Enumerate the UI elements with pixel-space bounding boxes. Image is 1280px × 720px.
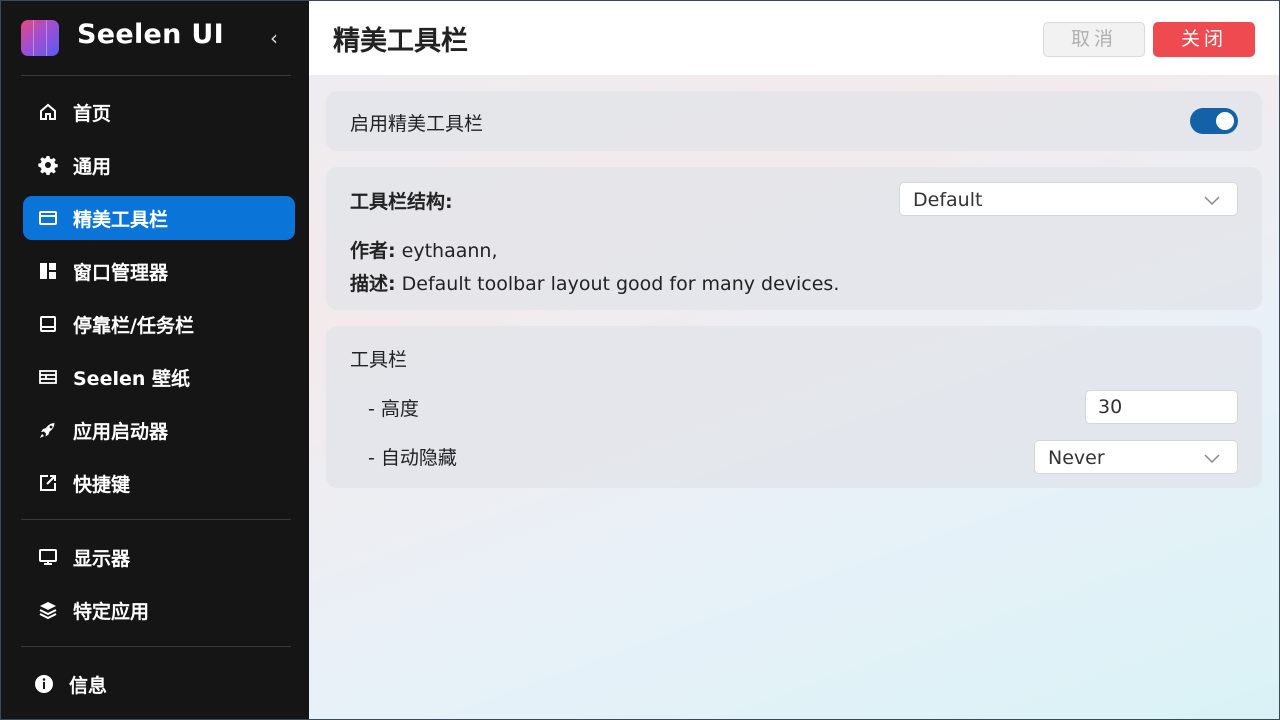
wallpaper-icon [37,366,59,388]
height-label: - 高度 [368,398,419,420]
sidebar-item-monitors[interactable]: 显示器 [23,535,295,579]
sidebar-divider [21,75,291,76]
gear-icon [37,154,59,176]
sidebar-item-info[interactable]: 信息 [23,662,295,706]
sidebar-item-label: 快捷键 [73,473,131,496]
sidebar-item-label: 窗口管理器 [73,261,169,284]
structure-select[interactable]: Default [899,182,1238,216]
sidebar-item-general[interactable]: 通用 [23,143,295,187]
external-link-icon [37,472,59,494]
seelen-logo [21,20,59,56]
author-value: eythaann, [401,240,498,262]
tiles-icon [37,260,59,282]
sidebar-item-label: 首页 [73,102,112,125]
info-icon [33,673,55,695]
enable-toolbar-card: 启用精美工具栏 [326,91,1262,151]
sidebar-item-specific-apps[interactable]: 特定应用 [23,588,295,632]
app-window: Seelen UI ‹ 首页 通用 精美工具栏 窗口管理器 停靠栏/任务栏 Se… [0,0,1280,720]
app-title: Seelen UI [77,19,224,50]
toggle-knob [1216,112,1234,130]
enable-toolbar-label: 启用精美工具栏 [350,113,484,135]
sidebar-item-dock-taskbar[interactable]: 停靠栏/任务栏 [23,302,295,346]
sidebar-item-label: 显示器 [73,547,131,570]
autohide-select-value: Never [1048,447,1105,469]
toolbar-structure-card: 工具栏结构: Default 作者: eythaann, 描述: Default… [326,167,1262,310]
sidebar-item-home[interactable]: 首页 [23,90,295,134]
page-header: 精美工具栏 取消 关闭 [309,1,1279,75]
sidebar-header: Seelen UI ‹ [1,1,309,75]
sidebar-item-label: 精美工具栏 [73,208,169,231]
close-button[interactable]: 关闭 [1153,22,1255,57]
sidebar-item-fancy-toolbar[interactable]: 精美工具栏 [23,196,295,240]
sidebar-item-window-manager[interactable]: 窗口管理器 [23,249,295,293]
author-row: 作者: eythaann, [350,236,498,263]
chevron-down-icon [1203,450,1221,464]
sidebar-item-label: 通用 [73,155,112,178]
rocket-icon [37,419,59,441]
toolbar-section-title: 工具栏 [350,349,408,371]
enable-toolbar-toggle[interactable] [1190,108,1238,134]
layers-icon [37,599,59,621]
toolbar-settings-card: 工具栏 - 高度 - 自动隐藏 Never [326,326,1262,488]
page-title: 精美工具栏 [333,26,468,57]
dock-icon [37,313,59,335]
description-label: 描述: [350,273,396,295]
sidebar: Seelen UI ‹ 首页 通用 精美工具栏 窗口管理器 停靠栏/任务栏 Se… [1,1,309,719]
autohide-label: - 自动隐藏 [368,447,457,469]
structure-label: 工具栏结构: [350,191,453,213]
chevron-down-icon [1203,192,1221,206]
cancel-button[interactable]: 取消 [1043,22,1145,57]
description-value: Default toolbar layout good for many dev… [401,273,840,295]
autohide-select[interactable]: Never [1034,440,1238,474]
structure-select-value: Default [913,189,983,211]
sidebar-item-app-launcher[interactable]: 应用启动器 [23,408,295,452]
description-row: 描述: Default toolbar layout good for many… [350,269,839,296]
sidebar-item-label: 停靠栏/任务栏 [73,314,194,337]
main-content: 精美工具栏 取消 关闭 启用精美工具栏 工具栏结构: Default 作者: e… [309,1,1279,719]
sidebar-item-shortcuts[interactable]: 快捷键 [23,461,295,505]
sidebar-item-label: 信息 [69,674,108,697]
sidebar-divider [21,646,291,647]
sidebar-item-label: Seelen 壁纸 [73,367,190,390]
height-input[interactable] [1085,390,1238,424]
home-icon [37,101,59,123]
monitor-icon [37,546,59,568]
sidebar-item-label: 特定应用 [73,600,150,623]
window-icon [37,207,59,229]
author-label: 作者: [350,240,396,262]
sidebar-divider [21,519,291,520]
collapse-sidebar-button[interactable]: ‹ [263,25,285,51]
sidebar-item-wallpaper[interactable]: Seelen 壁纸 [23,355,295,399]
sidebar-item-label: 应用启动器 [73,420,169,443]
